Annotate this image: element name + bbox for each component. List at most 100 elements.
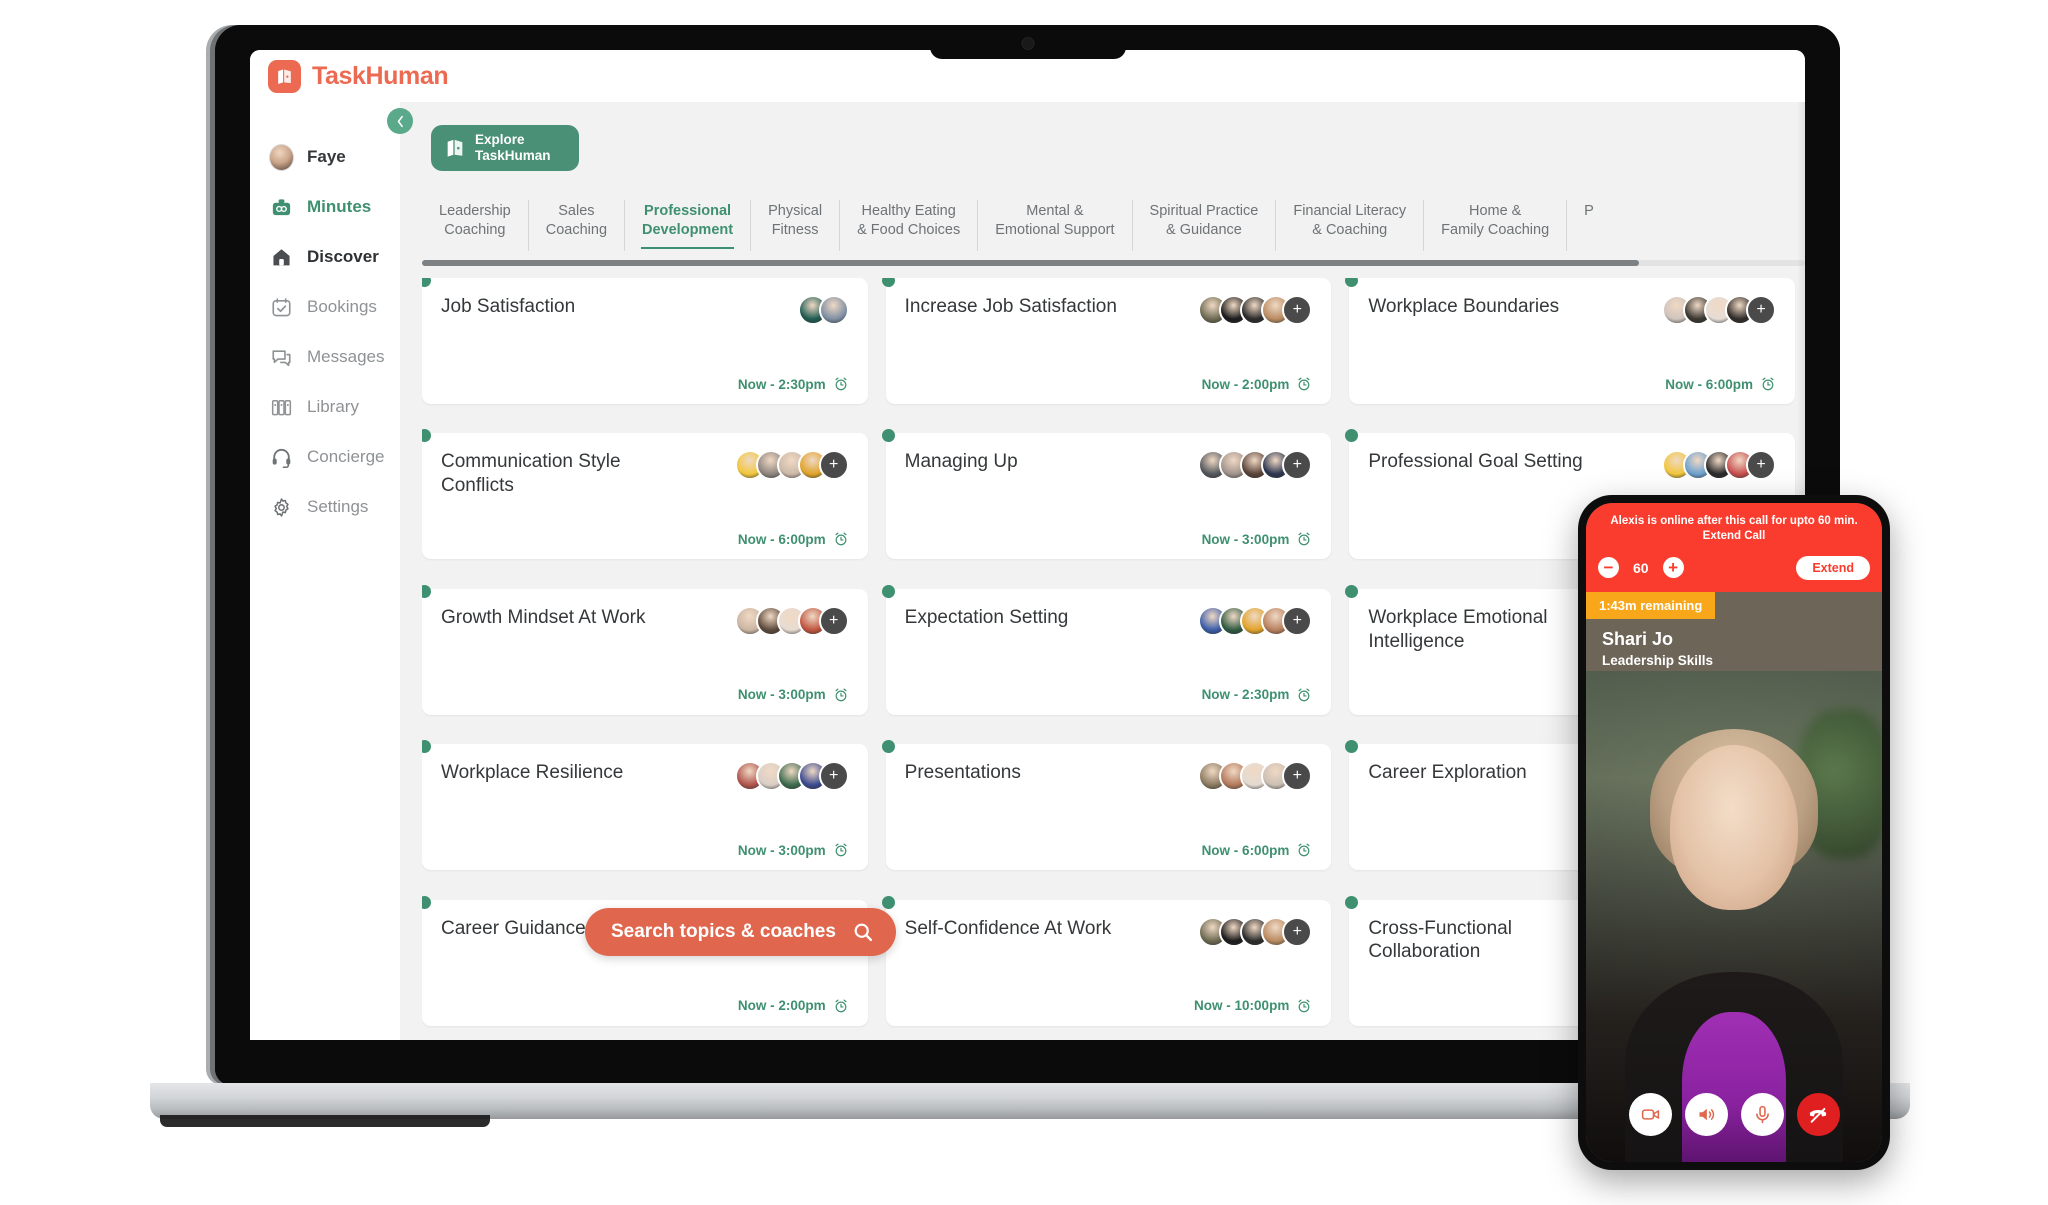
phone-call-overlay: Alexis is online after this call for upt… — [1578, 495, 1890, 1170]
end-call-icon[interactable] — [1796, 1093, 1840, 1136]
coach-avatar-group[interactable]: + — [1198, 450, 1313, 481]
sidebar-item-settings[interactable]: Settings — [250, 482, 400, 532]
sidebar-item-library[interactable]: Library — [250, 382, 400, 432]
availability-time: Now - 6:00pm — [737, 531, 826, 547]
plus-circle-icon[interactable]: + — [1662, 557, 1684, 579]
tab-home-family-coaching[interactable]: Home & Family Coaching — [1424, 200, 1568, 252]
extend-minutes-value: 60 — [1633, 559, 1649, 576]
card-footer: Now - 2:30pm — [905, 687, 1313, 703]
sidebar-item-messages[interactable]: Messages — [250, 332, 400, 382]
topic-card[interactable]: Expectation Setting + Now - 2:30pm — [881, 584, 1332, 715]
sidebar-item-faye[interactable]: Faye — [250, 132, 400, 182]
gear-icon — [269, 495, 294, 520]
tab-financial-literacy-coaching[interactable]: Financial Literacy & Coaching — [1276, 200, 1425, 252]
topic-card[interactable]: Job Satisfaction Now - 2:30pm — [422, 278, 868, 404]
alarm-clock-icon — [1762, 377, 1774, 391]
more-coaches-button[interactable]: + — [1745, 450, 1776, 481]
coach-avatar-group[interactable] — [797, 295, 849, 325]
availability-dot — [1345, 278, 1359, 287]
search-icon — [854, 923, 873, 942]
search-label: Search topics & coaches — [611, 921, 836, 942]
tabs-scrollbar-thumb[interactable] — [422, 260, 1640, 266]
availability-time: Now - 2:00pm — [737, 998, 826, 1014]
topic-title: Growth Mindset At Work — [441, 606, 646, 628]
calendar-check-icon — [269, 295, 294, 320]
tab-p[interactable]: P — [1567, 200, 1611, 233]
alarm-clock-icon — [835, 999, 847, 1012]
card-header: Growth Mindset At Work + — [441, 605, 849, 636]
availability-time: Now - 2:00pm — [1201, 376, 1290, 392]
alarm-clock-icon — [1298, 999, 1310, 1012]
coach-avatar-group[interactable]: + — [734, 450, 849, 481]
category-tabs[interactable]: Leadership Coaching Sales Coaching Profess… — [400, 200, 1805, 262]
coach-avatar-group[interactable]: + — [1661, 450, 1776, 481]
coach-avatar-group[interactable]: + — [1198, 295, 1313, 325]
participant-shirt — [1682, 1012, 1786, 1162]
sidebar-item-bookings[interactable]: Bookings — [250, 282, 400, 332]
microphone-icon[interactable] — [1740, 1093, 1784, 1136]
topic-card[interactable]: Communication Style Conflicts + Now - 6:00… — [422, 429, 868, 560]
topic-card[interactable]: Presentations + Now - 6:00pm — [881, 740, 1332, 871]
topic-card[interactable]: Workplace Resilience + Now - 3:00pm — [422, 740, 868, 871]
more-coaches-button[interactable]: + — [1745, 295, 1776, 325]
tab-healthy-eating-food-choices[interactable]: Healthy Eating & Food Choices — [840, 200, 979, 252]
topic-title: Job Satisfaction — [441, 296, 576, 317]
more-coaches-button[interactable]: + — [818, 605, 849, 636]
coach-avatar-group[interactable]: + — [734, 605, 849, 636]
availability-dot — [1345, 895, 1359, 909]
tab-physical-fitness[interactable]: Physical Fitness — [751, 200, 841, 252]
tab-spiritual-practice-guidance[interactable]: Spiritual Practice & Guidance — [1133, 200, 1277, 252]
card-header: Job Satisfaction — [441, 295, 849, 325]
library-books-icon — [269, 395, 294, 420]
call-controls — [1586, 1093, 1882, 1136]
coach-avatar-group[interactable]: + — [1198, 605, 1313, 636]
sidebar-item-concierge[interactable]: Concierge — [250, 432, 400, 482]
more-coaches-button[interactable]: + — [1282, 916, 1313, 947]
sidebar-item-label: Library — [307, 397, 359, 416]
participant-face — [1670, 745, 1798, 910]
topic-title: Presentations — [904, 762, 1021, 784]
availability-dot — [422, 278, 431, 287]
explore-line-1: Explore — [475, 131, 525, 147]
more-coaches-button[interactable]: + — [1282, 761, 1313, 792]
topic-card[interactable]: Managing Up + Now - 3:00pm — [881, 429, 1332, 560]
coach-avatar-group[interactable]: + — [734, 761, 849, 792]
card-header: Increase Job Satisfaction + — [905, 295, 1313, 325]
explore-taskhuman-button[interactable]: Explore TaskHuman — [431, 125, 579, 171]
coach-avatar-group[interactable]: + — [1661, 295, 1776, 325]
more-coaches-button[interactable]: + — [818, 761, 849, 792]
card-header: Workplace Boundaries + — [1368, 295, 1776, 325]
topic-card[interactable]: Self-Confidence At Work + Now - 10:00pm — [881, 895, 1332, 1026]
tab-professional-development[interactable]: Professional Development — [625, 200, 752, 252]
search-topics-button[interactable]: Search topics & coaches — [585, 908, 896, 956]
coach-name: Shari Jo — [1602, 628, 1674, 649]
explore-line-2: TaskHuman — [475, 148, 551, 163]
extend-button[interactable]: Extend — [1796, 555, 1870, 580]
tab-leadership-coaching[interactable]: Leadership Coaching — [422, 200, 529, 252]
chevron-left-icon[interactable] — [387, 108, 413, 134]
more-coaches-button[interactable]: + — [818, 450, 849, 481]
topic-card[interactable]: Increase Job Satisfaction + Now - 2:00pm — [881, 278, 1332, 404]
tabs-scrollbar[interactable] — [422, 260, 1805, 266]
coach-avatar-group[interactable]: + — [1198, 916, 1313, 947]
tab-mental-emotional-support[interactable]: Mental & Emotional Support — [978, 200, 1133, 252]
more-coaches-button[interactable]: + — [1282, 605, 1313, 636]
card-footer: Now - 6:00pm — [441, 531, 849, 547]
topic-card[interactable]: Workplace Boundaries + Now - 6:00pm — [1345, 278, 1795, 404]
speaker-icon[interactable] — [1684, 1093, 1728, 1136]
minus-circle-icon[interactable]: − — [1598, 557, 1619, 579]
coach-avatar-group[interactable]: + — [1198, 761, 1313, 792]
sidebar-item-discover[interactable]: Discover — [250, 232, 400, 282]
more-coaches-button[interactable]: + — [1282, 450, 1313, 481]
availability-dot — [1345, 429, 1359, 443]
availability-time: Now - 6:00pm — [1665, 376, 1753, 392]
card-header: Workplace Resilience + — [441, 761, 849, 792]
more-coaches-button[interactable]: + — [1282, 295, 1313, 325]
headset-icon — [269, 445, 294, 470]
sidebar: Faye Minutes Discover Bookings Messages … — [250, 102, 413, 1040]
sidebar-item-label: Faye — [307, 147, 346, 166]
sidebar-item-minutes[interactable]: Minutes — [250, 182, 400, 232]
video-icon[interactable] — [1628, 1093, 1672, 1136]
topic-card[interactable]: Growth Mindset At Work + Now - 3:00pm — [422, 584, 868, 715]
tab-sales-coaching[interactable]: Sales Coaching — [529, 200, 626, 252]
